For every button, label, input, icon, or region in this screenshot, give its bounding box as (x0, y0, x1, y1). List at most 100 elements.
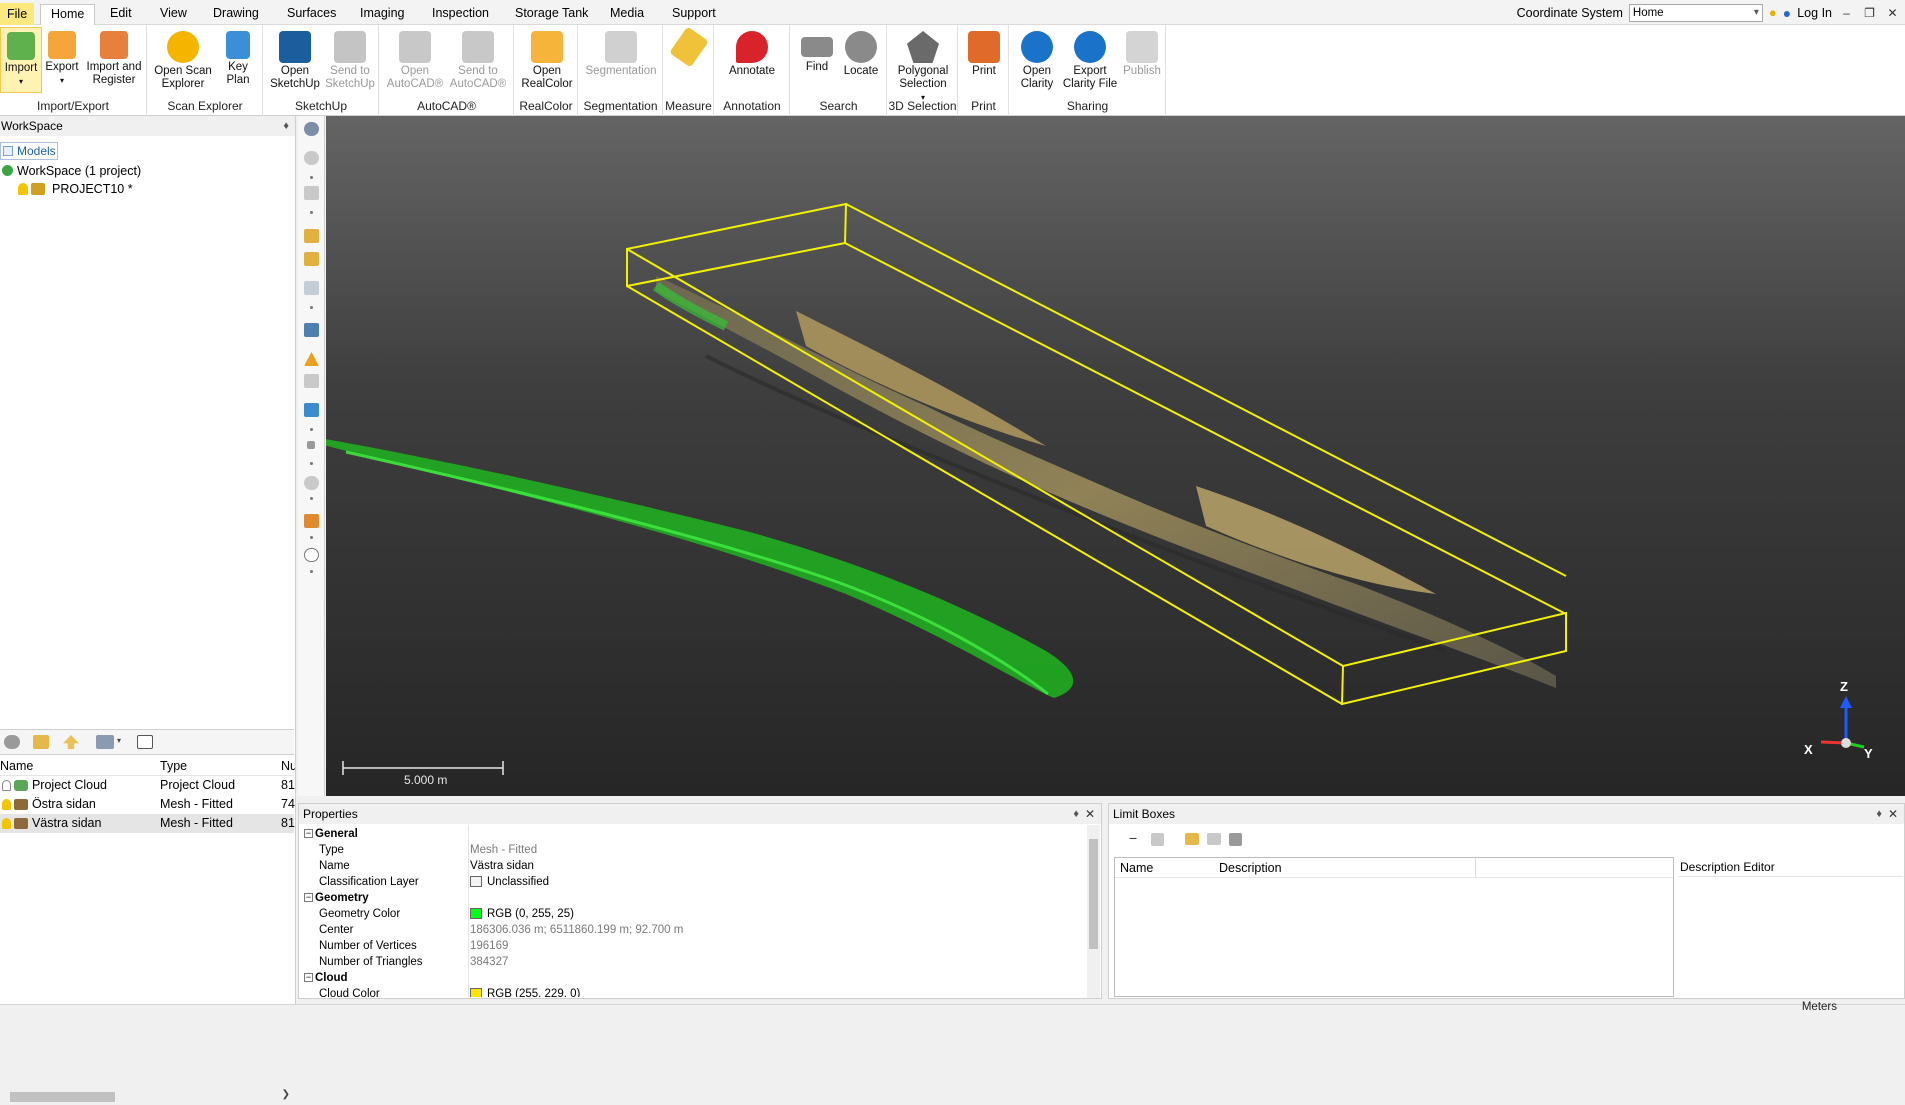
limit-box-icon[interactable] (1151, 833, 1164, 846)
horizontal-scrollbar[interactable]: ❯ (0, 1089, 294, 1105)
open-sketchup-button[interactable]: Open SketchUp (270, 27, 320, 91)
import-button[interactable]: Import ▾ (0, 27, 42, 93)
open-scan-explorer-button[interactable]: Open Scan Explorer (154, 27, 212, 91)
print-button[interactable]: Print (965, 27, 1003, 78)
pan-icon[interactable] (304, 186, 319, 200)
export-clarity-button[interactable]: Export Clarity File (1062, 27, 1118, 91)
open-realcolor-button[interactable]: Open RealColor (519, 27, 575, 91)
remove-icon[interactable]: − (1129, 830, 1137, 846)
section-icon[interactable] (304, 403, 319, 417)
open-autocad-button[interactable]: Open AutoCAD® (384, 27, 446, 91)
column-header-number[interactable]: Nu (281, 757, 295, 776)
minimize-icon[interactable]: – (1838, 6, 1855, 20)
tab-edit[interactable]: Edit (100, 4, 142, 25)
bulb-icon[interactable] (2, 799, 11, 810)
column-header-description[interactable]: Description (1219, 858, 1282, 878)
dropdown-dot[interactable] (310, 462, 313, 465)
tab-home[interactable]: Home (40, 4, 96, 26)
tab-storage-tank[interactable]: Storage Tank (505, 4, 598, 25)
sphere-icon[interactable] (304, 548, 319, 562)
tab-support[interactable]: Support (662, 4, 726, 25)
collapse-icon[interactable]: − (304, 829, 313, 838)
save-folder-icon[interactable] (1207, 833, 1221, 845)
fit-icon[interactable] (304, 252, 319, 266)
dropdown-dot[interactable] (310, 211, 313, 214)
chevron-down-icon[interactable]: ▾ (117, 736, 121, 745)
import-register-button[interactable]: Import and Register (84, 27, 144, 87)
warning-icon[interactable] (304, 352, 319, 366)
section-cloud[interactable]: − Cloud (299, 970, 1087, 986)
close-icon[interactable]: ✕ (1884, 6, 1901, 20)
dropdown-dot[interactable] (310, 497, 313, 500)
collapse-icon[interactable]: − (304, 893, 313, 902)
table-row[interactable]: Västra sidan Mesh - Fitted 81 (0, 814, 295, 833)
tree-item-workspace[interactable]: WorkSpace (1 project) (0, 162, 294, 180)
column-header-name[interactable]: Name (1120, 858, 1153, 878)
collapse-icon[interactable]: − (304, 973, 313, 982)
bulb-icon[interactable] (18, 183, 28, 195)
point-size-icon[interactable] (307, 441, 315, 449)
key-plan-button[interactable]: Key Plan (218, 27, 258, 87)
tab-imaging[interactable]: Imaging (350, 4, 414, 25)
tab-drawing[interactable]: Drawing (203, 4, 269, 25)
navigate-icon[interactable] (304, 122, 319, 136)
property-row[interactable]: Number of Vertices 196169 (299, 938, 1087, 954)
scrollbar-thumb[interactable] (1089, 839, 1098, 949)
pin-icon[interactable]: ♦ (283, 116, 289, 136)
publish-button[interactable]: Publish (1120, 27, 1164, 78)
layers-icon[interactable] (304, 374, 319, 388)
columns-icon[interactable] (96, 735, 114, 749)
property-row[interactable]: Number of Triangles 384327 (299, 954, 1087, 970)
zoom-icon[interactable] (304, 229, 319, 243)
scroll-right-icon[interactable]: ❯ (282, 1089, 290, 1100)
polygonal-selection-button[interactable]: Polygonal Selection ▾ (891, 27, 955, 104)
bulb-off-icon[interactable] (2, 780, 11, 791)
column-header-name[interactable]: Name (0, 757, 155, 776)
property-row[interactable]: Cloud Color RGB (255, 229, 0) (299, 986, 1087, 997)
tab-view[interactable]: View (150, 4, 197, 25)
open-folder-icon[interactable] (1185, 833, 1199, 845)
units-indicator[interactable]: Meters (1802, 1001, 1837, 1013)
pin-icon[interactable]: ♦ (1073, 804, 1079, 824)
restore-icon[interactable]: ❐ (1861, 6, 1878, 20)
bulb-icon[interactable] (2, 818, 11, 829)
tab-file[interactable]: File (0, 3, 35, 25)
folder-icon[interactable] (33, 735, 49, 749)
dropdown-dot[interactable] (310, 306, 313, 309)
export-button[interactable]: Export ▾ (44, 27, 80, 87)
tab-inspection[interactable]: Inspection (422, 4, 499, 25)
dropdown-dot[interactable] (310, 428, 313, 431)
find-button[interactable]: Find (797, 27, 837, 74)
pin-icon[interactable]: ♦ (1876, 804, 1882, 824)
open-clarity-button[interactable]: Open Clarity (1014, 27, 1060, 91)
tab-surfaces[interactable]: Surfaces (277, 4, 346, 25)
close-icon[interactable]: ✕ (1085, 804, 1095, 824)
login-link[interactable]: Log In (1797, 6, 1832, 20)
section-geometry[interactable]: − Geometry (299, 890, 1087, 906)
annotate-button[interactable]: Annotate (721, 27, 783, 78)
section-general[interactable]: − General (299, 826, 1087, 842)
segmentation-button[interactable]: Segmentation (583, 27, 659, 78)
property-row[interactable]: Geometry Color RGB (0, 255, 25) (299, 906, 1087, 922)
tab-media[interactable]: Media (600, 4, 654, 25)
tree-item-project[interactable]: PROJECT10 * (0, 180, 294, 198)
table-row[interactable]: Project Cloud Project Cloud 81 (0, 776, 295, 795)
help-bulb-icon[interactable]: ● (1769, 5, 1777, 20)
vertical-scrollbar[interactable] (1087, 825, 1100, 998)
measure-button[interactable] (669, 26, 709, 68)
property-row[interactable]: Name Västra sidan (299, 858, 1087, 874)
send-to-autocad-button[interactable]: Send to AutoCAD® (446, 27, 510, 91)
locate-button[interactable]: Locate (839, 27, 883, 78)
table-icon[interactable] (137, 735, 153, 749)
property-row[interactable]: Center 186306.036 m; 6511860.199 m; 92.70… (299, 922, 1087, 938)
view-cube-icon[interactable] (304, 281, 319, 295)
table-row[interactable]: Östra sidan Mesh - Fitted 74 (0, 795, 295, 814)
dropdown-dot[interactable] (310, 176, 313, 179)
scrollbar-thumb[interactable] (10, 1092, 115, 1102)
send-to-sketchup-button[interactable]: Send to SketchUp (324, 27, 376, 91)
3d-viewport[interactable]: 5.000 m Z X Y (326, 116, 1905, 796)
dropdown-dot[interactable] (310, 570, 313, 573)
display-icon[interactable] (304, 323, 319, 337)
settings-icon[interactable] (1229, 833, 1242, 846)
tab-models[interactable]: Models (0, 142, 58, 160)
